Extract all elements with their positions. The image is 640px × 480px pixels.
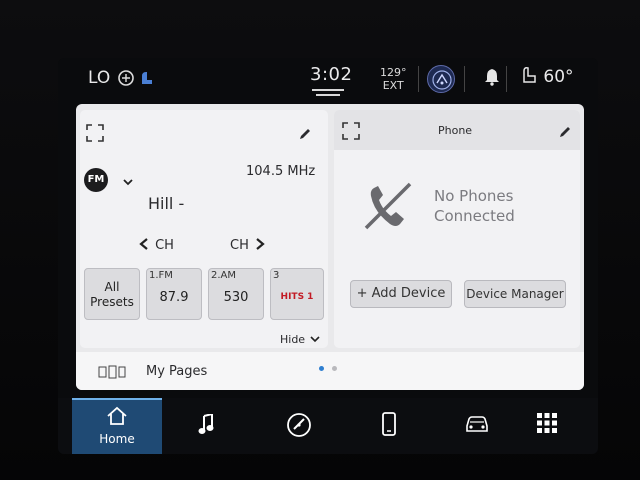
smartphone-icon	[382, 412, 396, 436]
next-channel-button[interactable]: CH	[230, 234, 266, 253]
add-device-button[interactable]: + Add Device	[350, 280, 452, 308]
no-phones-line2: Connected	[434, 207, 515, 225]
profile-avatar-button[interactable]	[427, 65, 455, 93]
my-pages-bar: My Pages	[76, 352, 584, 390]
device-manager-button[interactable]: Device Manager	[464, 280, 566, 308]
chevron-down-icon	[310, 336, 320, 343]
all-presets-line1: All	[104, 280, 120, 294]
status-separator	[506, 66, 507, 92]
phone-disconnected-icon	[360, 178, 416, 238]
radio-widget: FM 104.5 MHz Hill - CH CH All Presets 1.…	[80, 110, 328, 348]
frequency-display: 104.5 MHz	[246, 164, 316, 179]
driver-profile-icon	[432, 70, 452, 90]
hide-label: Hide	[280, 333, 306, 346]
hide-presets-button[interactable]: Hide	[280, 328, 320, 347]
preset-1-button[interactable]: 1.FM 87.9	[146, 268, 202, 320]
exterior-temperature: 129° EXT	[380, 66, 407, 92]
hits1-station-logo: HITS 1	[280, 292, 314, 302]
all-presets-button[interactable]: All Presets	[84, 268, 140, 320]
station-name: Hill -	[148, 194, 185, 213]
all-presets-line2: Presets	[90, 295, 134, 309]
page-indicator-active[interactable]	[319, 366, 324, 371]
chevron-left-icon	[139, 238, 148, 250]
prev-channel-label: CH	[155, 238, 174, 253]
preset-3-button[interactable]: 3 HITS 1	[270, 268, 324, 320]
edit-radio-icon[interactable]	[298, 126, 312, 145]
fan-speed-label[interactable]: LO	[88, 68, 110, 88]
status-separator	[464, 66, 465, 92]
clock-time[interactable]: 3:02	[310, 64, 352, 85]
preset-value: 87.9	[159, 290, 189, 305]
nav-phone[interactable]	[344, 398, 434, 454]
preset-number: 1.FM	[149, 270, 173, 281]
status-separator	[418, 66, 419, 92]
home-label: Home	[99, 432, 135, 446]
clock-underline-short	[316, 94, 340, 96]
expand-phone-icon[interactable]	[342, 122, 360, 144]
seat-temperature[interactable]: 60°	[520, 66, 574, 87]
chevron-right-icon	[256, 238, 265, 250]
next-channel-label: CH	[230, 238, 249, 253]
home-icon	[107, 406, 127, 425]
preset-value: 530	[223, 290, 249, 305]
nav-home[interactable]: Home	[72, 398, 162, 454]
expand-radio-icon[interactable]	[86, 124, 104, 146]
vehicle-icon	[466, 416, 488, 432]
home-widgets-area: FM 104.5 MHz Hill - CH CH All Presets 1.…	[76, 104, 584, 390]
band-badge[interactable]: FM	[84, 168, 108, 192]
edit-phone-icon[interactable]	[558, 124, 572, 143]
ext-temp-value: 129°	[380, 66, 407, 79]
preset-number: 2.AM	[211, 270, 237, 281]
clock-underline	[312, 89, 344, 91]
heated-seat-icon[interactable]	[118, 68, 158, 93]
no-phones-line1: No Phones	[434, 187, 514, 205]
band-dropdown-chevron-icon[interactable]	[122, 172, 134, 191]
nav-comfort[interactable]	[254, 398, 344, 454]
phone-title: Phone	[438, 124, 473, 137]
seat-icon	[523, 67, 536, 83]
vehicle-controls-gauge-icon	[287, 413, 311, 437]
infotainment-screen: LO 3:02 129° EXT 60° FM 104.5 MHz Hill -…	[58, 58, 598, 454]
notification-bell-icon[interactable]	[484, 68, 500, 91]
pages-layout-icon[interactable]	[98, 364, 126, 383]
preset-number: 3	[273, 270, 280, 281]
preset-2-button[interactable]: 2.AM 530	[208, 268, 264, 320]
phone-widget: Phone No Phones Connected + Add Device D…	[334, 110, 580, 348]
nav-media[interactable]	[162, 398, 252, 454]
nav-apps[interactable]	[502, 398, 592, 454]
page-indicator[interactable]	[332, 366, 337, 371]
music-note-icon	[198, 414, 214, 434]
status-bar: LO 3:02 129° EXT 60°	[58, 58, 598, 98]
my-pages-label[interactable]: My Pages	[146, 364, 207, 379]
ext-temp-label: EXT	[382, 79, 404, 92]
apps-grid-icon	[537, 413, 557, 433]
seat-temp-value: 60°	[543, 67, 574, 87]
bottom-nav-bar: Home	[58, 398, 598, 454]
prev-channel-button[interactable]: CH	[138, 234, 174, 253]
